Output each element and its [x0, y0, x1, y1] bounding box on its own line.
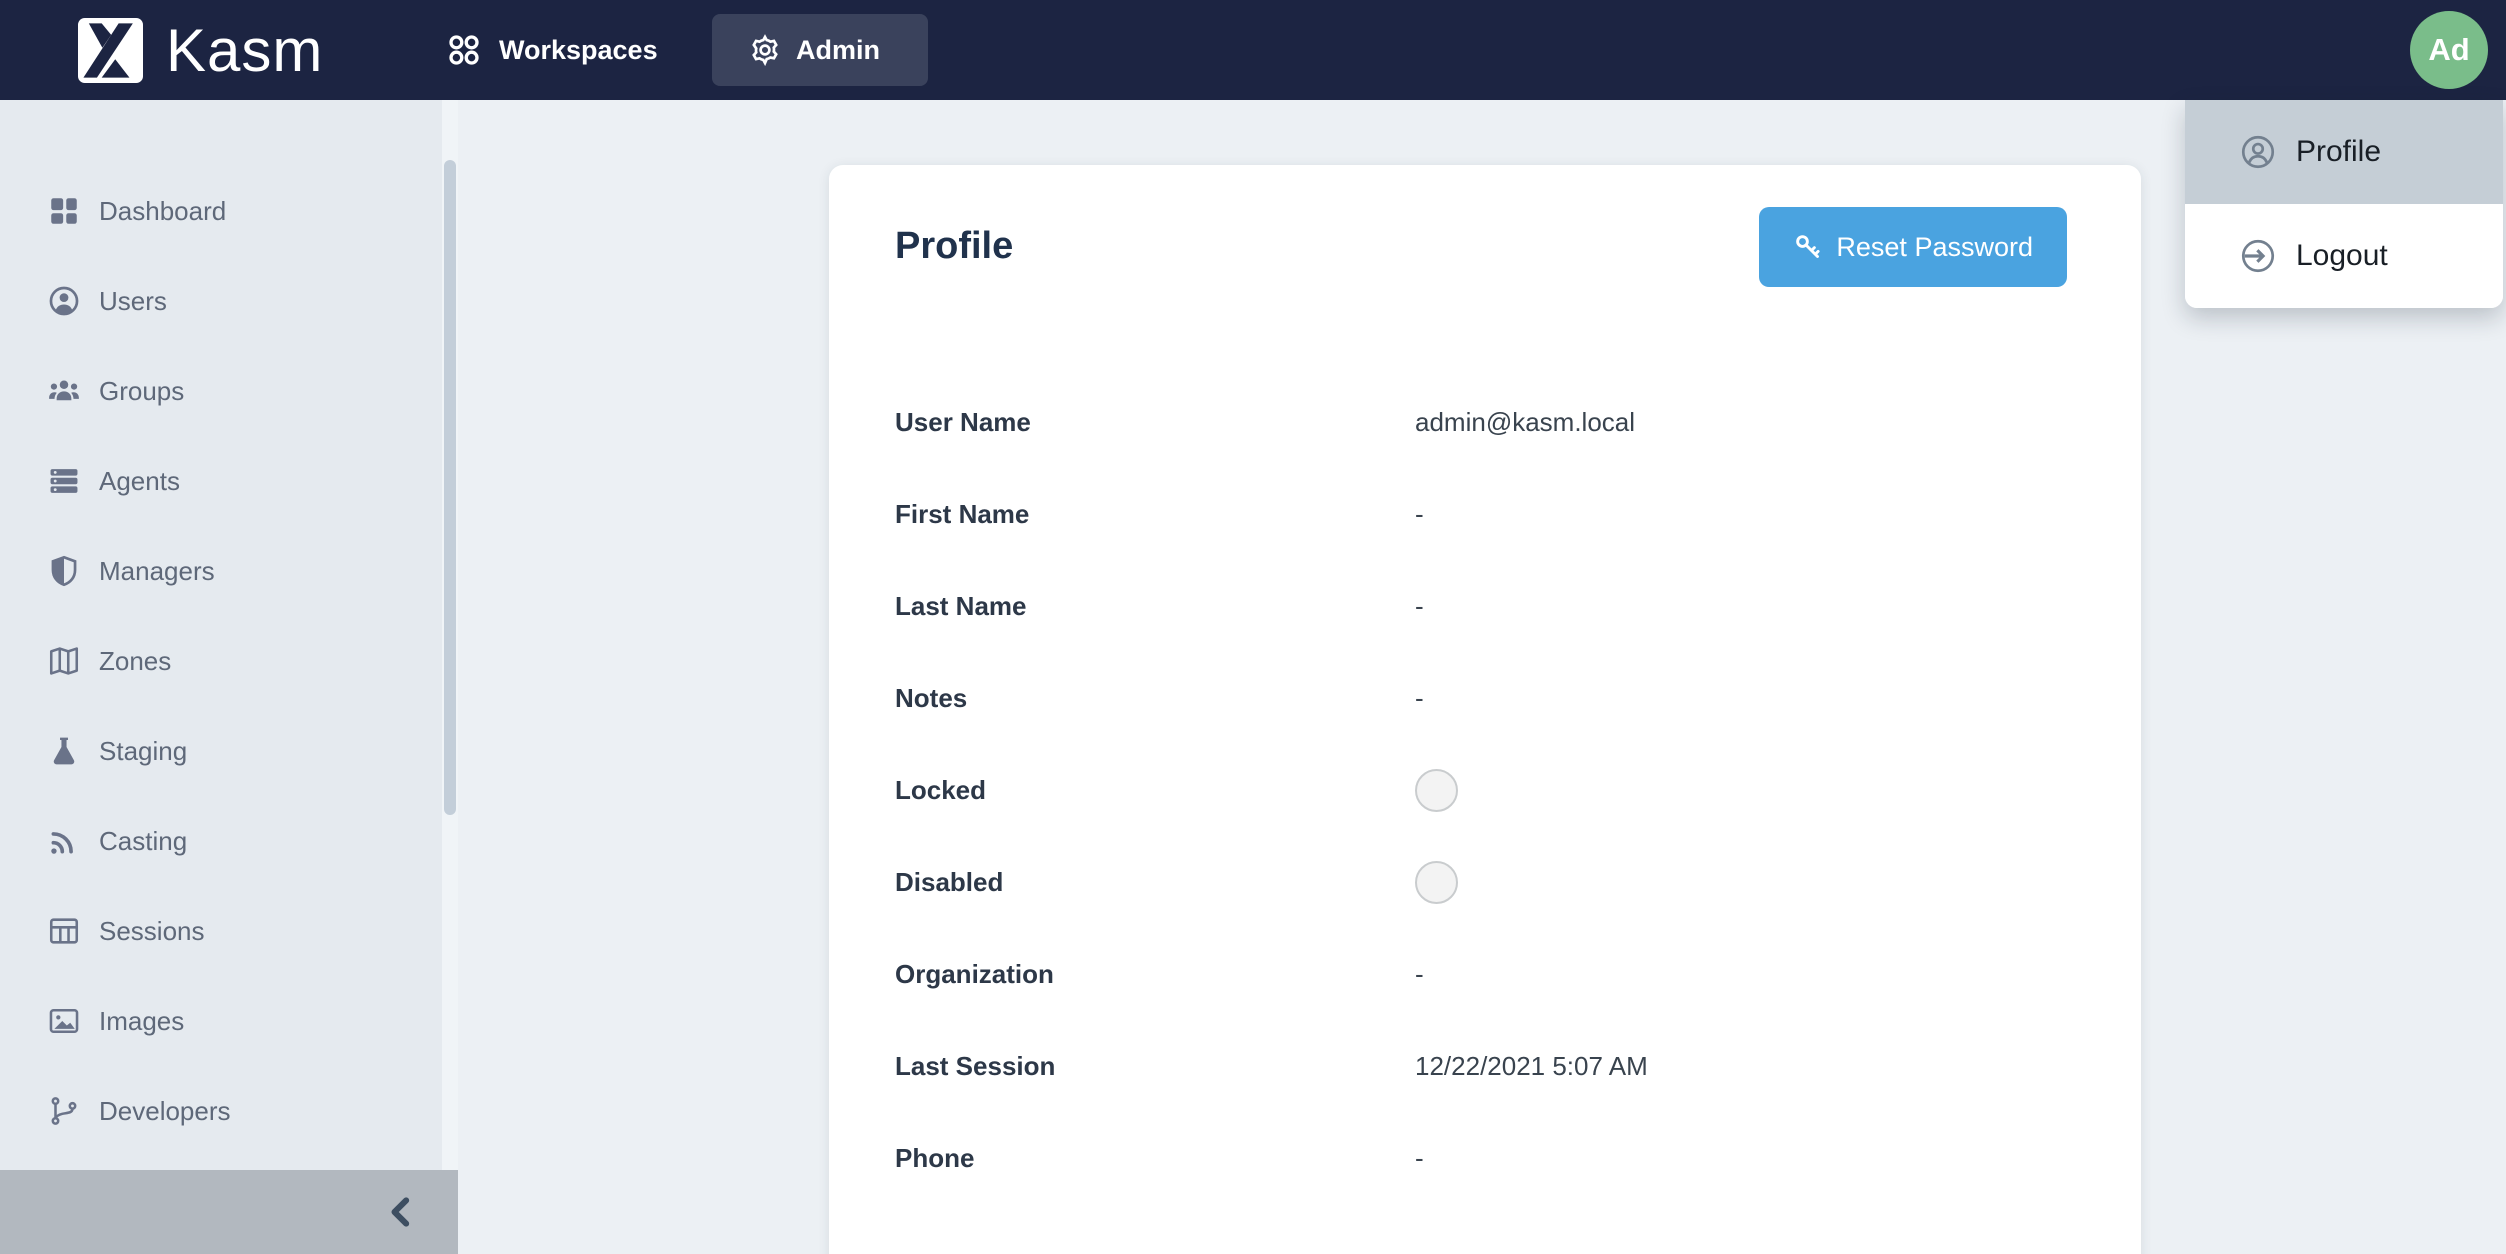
field-value: -	[1415, 959, 1424, 990]
sidebar-item-label: Casting	[99, 826, 187, 857]
developers-icon	[47, 1094, 81, 1128]
field-label: User Name	[895, 407, 1415, 438]
field-label: Organization	[895, 959, 1415, 990]
user-dropdown-menu: Profile Logout	[2185, 100, 2503, 308]
logout-icon	[2239, 237, 2277, 275]
casting-icon	[47, 824, 81, 858]
person-circle-icon	[2239, 133, 2277, 171]
sidebar-item-staging[interactable]: Staging	[0, 706, 442, 796]
field-value: -	[1415, 499, 1424, 530]
disabled-toggle[interactable]	[1415, 861, 1458, 904]
profile-field-first-name: First Name -	[895, 468, 2067, 560]
zones-icon	[47, 644, 81, 678]
profile-field-disabled: Disabled	[895, 836, 2067, 928]
field-label: Locked	[895, 775, 1415, 806]
menu-item-logout[interactable]: Logout	[2185, 204, 2503, 308]
profile-field-last-name: Last Name -	[895, 560, 2067, 652]
profile-fields: User Name admin@kasm.local First Name - …	[895, 376, 2067, 1204]
field-label: Last Name	[895, 591, 1415, 622]
key-icon	[1793, 232, 1823, 262]
staging-icon	[47, 734, 81, 768]
sidebar-item-label: Groups	[99, 376, 184, 407]
field-value: -	[1415, 1143, 1424, 1174]
menu-item-label: Profile	[2296, 135, 2381, 169]
sidebar-item-casting[interactable]: Casting	[0, 796, 442, 886]
nav-admin[interactable]: Admin	[712, 14, 928, 86]
chevron-left-icon	[382, 1192, 422, 1232]
menu-item-profile[interactable]: Profile	[2185, 100, 2503, 204]
profile-field-locked: Locked	[895, 744, 2067, 836]
sidebar-item-label: Managers	[99, 556, 215, 587]
groups-icon	[47, 374, 81, 408]
gear-icon	[748, 33, 782, 67]
sidebar-item-label: Users	[99, 286, 167, 317]
nav-admin-label: Admin	[796, 35, 880, 66]
kasm-logo-icon[interactable]	[78, 18, 143, 83]
sidebar-nav-list: Dashboard Users Groups Agents Managers Z…	[0, 100, 442, 1156]
users-icon	[47, 284, 81, 318]
sidebar-item-users[interactable]: Users	[0, 256, 442, 346]
nav-workspaces-label: Workspaces	[499, 35, 658, 66]
sidebar-item-label: Sessions	[99, 916, 205, 947]
sidebar-item-label: Agents	[99, 466, 180, 497]
profile-card: Profile Reset Password User Name admin@k…	[829, 165, 2141, 1254]
field-label: First Name	[895, 499, 1415, 530]
admin-sidebar: Dashboard Users Groups Agents Managers Z…	[0, 100, 458, 1254]
sidebar-item-label: Dashboard	[99, 196, 226, 227]
menu-item-label: Logout	[2296, 239, 2388, 273]
sidebar-item-label: Images	[99, 1006, 184, 1037]
profile-field-last-session: Last Session 12/22/2021 5:07 AM	[895, 1020, 2067, 1112]
sidebar-item-sessions[interactable]: Sessions	[0, 886, 442, 976]
profile-field-user-name: User Name admin@kasm.local	[895, 376, 2067, 468]
locked-toggle[interactable]	[1415, 769, 1458, 812]
sidebar-item-label: Staging	[99, 736, 187, 767]
field-label: Notes	[895, 683, 1415, 714]
sidebar-item-agents[interactable]: Agents	[0, 436, 442, 526]
sidebar-scrollbar-track	[442, 100, 458, 1170]
kasm-admin-page: Kasm Workspaces Admin Ad Profile Logout …	[0, 0, 2506, 1254]
field-label: Last Session	[895, 1051, 1415, 1082]
workspaces-grid-icon	[445, 31, 483, 69]
field-value: -	[1415, 683, 1424, 714]
brand-title: Kasm	[166, 0, 323, 100]
sidebar-item-label: Developers	[99, 1096, 231, 1127]
sidebar-item-dashboard[interactable]: Dashboard	[0, 166, 442, 256]
sidebar-item-images[interactable]: Images	[0, 976, 442, 1066]
field-value: -	[1415, 591, 1424, 622]
sidebar-item-zones[interactable]: Zones	[0, 616, 442, 706]
profile-field-notes: Notes -	[895, 652, 2067, 744]
sidebar-item-developers[interactable]: Developers	[0, 1066, 442, 1156]
images-icon	[47, 1004, 81, 1038]
page-title: Profile	[895, 225, 1013, 268]
agents-icon	[47, 464, 81, 498]
nav-workspaces[interactable]: Workspaces	[445, 0, 658, 100]
sidebar-item-groups[interactable]: Groups	[0, 346, 442, 436]
reset-password-label: Reset Password	[1836, 232, 2033, 263]
managers-icon	[47, 554, 81, 588]
dashboard-icon	[47, 194, 81, 228]
reset-password-button[interactable]: Reset Password	[1759, 207, 2067, 287]
avatar-initials: Ad	[2428, 32, 2469, 68]
sessions-icon	[47, 914, 81, 948]
field-label: Phone	[895, 1143, 1415, 1174]
field-value: admin@kasm.local	[1415, 407, 1635, 438]
sidebar-scrollbar-thumb[interactable]	[444, 160, 456, 815]
profile-field-organization: Organization -	[895, 928, 2067, 1020]
sidebar-item-managers[interactable]: Managers	[0, 526, 442, 616]
profile-field-phone: Phone -	[895, 1112, 2067, 1204]
user-avatar[interactable]: Ad	[2410, 11, 2488, 89]
field-value: 12/22/2021 5:07 AM	[1415, 1051, 1648, 1082]
top-navbar: Kasm Workspaces Admin Ad	[0, 0, 2506, 100]
sidebar-collapse-button[interactable]	[0, 1170, 458, 1254]
field-label: Disabled	[895, 867, 1415, 898]
sidebar-item-label: Zones	[99, 646, 171, 677]
